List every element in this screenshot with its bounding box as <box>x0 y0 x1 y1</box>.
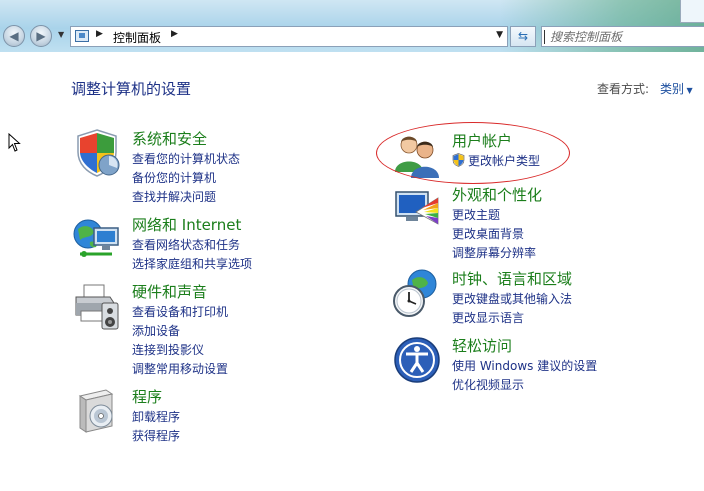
link-homegroup-sharing[interactable]: 选择家庭组和共享选项 <box>132 255 252 274</box>
link-uninstall-program[interactable]: 卸载程序 <box>132 408 180 427</box>
control-panel-icon <box>75 30 89 42</box>
network-globe-icon[interactable] <box>72 214 122 264</box>
link-optimize-video-display[interactable]: 优化视频显示 <box>452 376 597 395</box>
link-change-theme[interactable]: 更改主题 <box>452 206 536 225</box>
ease-of-access-icon[interactable] <box>392 335 442 385</box>
breadcrumb-separator-icon[interactable]: ▶ <box>171 29 178 39</box>
recent-pages-dropdown[interactable]: ▼ <box>58 30 68 42</box>
category-heading[interactable]: 外观和个性化 <box>452 184 542 205</box>
link-get-programs[interactable]: 获得程序 <box>132 427 180 446</box>
category-heading[interactable]: 时钟、语言和区域 <box>452 268 572 289</box>
address-dropdown-icon[interactable]: ▼ <box>496 30 503 40</box>
back-arrow-icon: ◀ <box>9 29 19 43</box>
forward-arrow-icon: ▶ <box>36 29 46 43</box>
shield-icon[interactable] <box>72 128 122 178</box>
refresh-icon: ⇆ <box>517 29 529 43</box>
link-change-desktop-background[interactable]: 更改桌面背景 <box>452 225 536 244</box>
printer-speaker-icon[interactable] <box>72 281 122 331</box>
category-heading[interactable]: 网络和 Internet <box>132 214 241 235</box>
link-view-network-status[interactable]: 查看网络状态和任务 <box>132 236 252 255</box>
mouse-pointer-icon <box>8 133 21 152</box>
link-troubleshoot[interactable]: 查找并解决问题 <box>132 188 240 207</box>
category-heading[interactable]: 程序 <box>132 386 162 407</box>
page-title: 调整计算机的设置 <box>71 80 192 98</box>
category-heading[interactable]: 轻松访问 <box>452 335 512 356</box>
window-toolbar: ◀ ▶ ▼ ▶ 控制面板 ▶ ▼ ⇆ <box>0 0 704 52</box>
view-by-label: 查看方式: <box>597 82 650 96</box>
link-mobility-settings[interactable]: 调整常用移动设置 <box>132 360 228 379</box>
category-heading[interactable]: 硬件和声音 <box>132 281 207 302</box>
annotation-circle <box>376 122 570 184</box>
window-corner <box>680 0 704 23</box>
link-add-device[interactable]: 添加设备 <box>132 322 228 341</box>
address-bar[interactable]: ▶ 控制面板 ▶ ▼ <box>70 26 508 47</box>
breadcrumb-control-panel[interactable]: 控制面板 <box>113 29 161 46</box>
view-by-dropdown[interactable]: 类别 <box>660 80 693 97</box>
link-change-display-language[interactable]: 更改显示语言 <box>452 309 572 328</box>
text-caret <box>544 30 545 44</box>
link-windows-recommended-settings[interactable]: 使用 Windows 建议的设置 <box>452 357 597 376</box>
search-input[interactable] <box>550 28 700 45</box>
link-adjust-resolution[interactable]: 调整屏幕分辨率 <box>452 244 536 263</box>
link-change-keyboard-input[interactable]: 更改键盘或其他输入法 <box>452 290 572 309</box>
category-heading[interactable]: 系统和安全 <box>132 128 207 149</box>
programs-icon[interactable] <box>72 386 122 436</box>
refresh-button[interactable]: ⇆ <box>510 26 536 47</box>
search-box[interactable] <box>541 26 704 47</box>
appearance-icon[interactable] <box>392 184 442 234</box>
forward-button[interactable]: ▶ <box>30 25 52 47</box>
breadcrumb-separator-icon[interactable]: ▶ <box>96 29 103 39</box>
link-connect-projector[interactable]: 连接到投影仪 <box>132 341 228 360</box>
link-backup-computer[interactable]: 备份您的计算机 <box>132 169 240 188</box>
back-button[interactable]: ◀ <box>3 25 25 47</box>
link-view-computer-status[interactable]: 查看您的计算机状态 <box>132 150 240 169</box>
link-devices-printers[interactable]: 查看设备和打印机 <box>132 303 228 322</box>
clock-globe-icon[interactable] <box>392 268 442 318</box>
